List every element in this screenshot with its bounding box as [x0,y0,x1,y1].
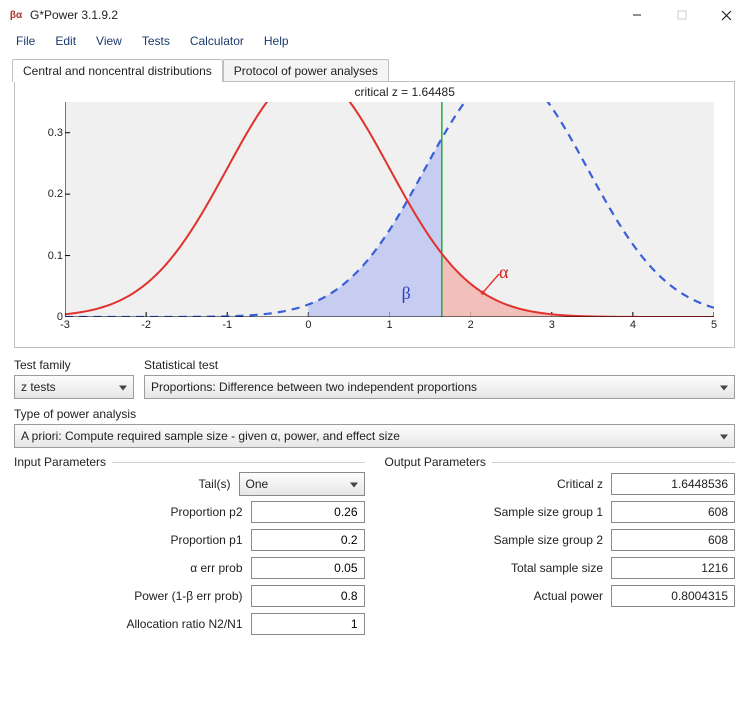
actual-power-label: Actual power [385,589,606,603]
window-controls [614,0,749,30]
n2-output: 608 [611,529,735,551]
menu-file[interactable]: File [8,32,43,50]
app-icon: βα [8,7,24,23]
tab-central-distributions[interactable]: Central and noncentral distributions [12,59,223,82]
test-selectors-row: Test family z tests Statistical test Pro… [14,358,735,399]
test-family-group: Test family z tests [14,358,134,399]
analysis-type-label: Type of power analysis [14,407,735,421]
analysis-type-group: Type of power analysis A priori: Compute… [14,407,735,448]
allocation-ratio-input[interactable] [251,613,365,635]
n1-output: 608 [611,501,735,523]
n1-label: Sample size group 1 [385,505,606,519]
minimize-button[interactable] [614,0,659,30]
menu-view[interactable]: View [88,32,130,50]
title-bar: βα G*Power 3.1.9.2 [0,0,749,30]
statistical-test-label: Statistical test [144,358,735,372]
alpha-input[interactable] [251,557,365,579]
parameters-area: Input Parameters Tail(s) One Proportion … [14,462,735,639]
menu-edit[interactable]: Edit [47,32,84,50]
menu-calculator[interactable]: Calculator [182,32,252,50]
proportion-p2-input[interactable] [251,501,365,523]
proportion-p1-label: Proportion p1 [14,533,245,547]
beta-symbol: β [402,283,411,304]
ntotal-label: Total sample size [385,561,606,575]
window-title: G*Power 3.1.9.2 [30,8,614,22]
output-parameters-legend: Output Parameters [385,455,492,469]
tails-label: Tail(s) [14,477,233,491]
test-family-select[interactable]: z tests [14,375,134,399]
menu-bar: File Edit View Tests Calculator Help [0,30,749,52]
proportion-p1-input[interactable] [251,529,365,551]
alpha-symbol: α [499,262,508,283]
menu-help[interactable]: Help [256,32,297,50]
critical-z-output: 1.6448536 [611,473,735,495]
statistical-test-select[interactable]: Proportions: Difference between two inde… [144,375,735,399]
tails-select[interactable]: One [239,472,365,496]
power-label: Power (1-β err prob) [14,589,245,603]
alpha-label: α err prob [14,561,245,575]
ntotal-output: 1216 [611,557,735,579]
tabs: Central and noncentral distributions Pro… [0,52,749,81]
power-input[interactable] [251,585,365,607]
critical-z-out-label: Critical z [385,477,606,491]
close-button[interactable] [704,0,749,30]
output-parameters: Output Parameters Critical z 1.6448536 S… [385,462,736,639]
actual-power-output: 0.8004315 [611,585,735,607]
allocation-ratio-label: Allocation ratio N2/N1 [14,617,245,631]
distribution-chart: critical z = 1.64485 00.10.20.3-3-2-1012… [14,81,735,348]
maximize-button[interactable] [659,0,704,30]
tab-protocol[interactable]: Protocol of power analyses [223,59,389,82]
menu-tests[interactable]: Tests [134,32,178,50]
proportion-p2-label: Proportion p2 [14,505,245,519]
input-parameters: Input Parameters Tail(s) One Proportion … [14,462,365,639]
n2-label: Sample size group 2 [385,533,606,547]
test-family-label: Test family [14,358,134,372]
input-parameters-legend: Input Parameters [14,455,112,469]
statistical-test-group: Statistical test Proportions: Difference… [144,358,735,399]
analysis-type-select[interactable]: A priori: Compute required sample size -… [14,424,735,448]
critical-z-label: critical z = 1.64485 [355,85,455,99]
